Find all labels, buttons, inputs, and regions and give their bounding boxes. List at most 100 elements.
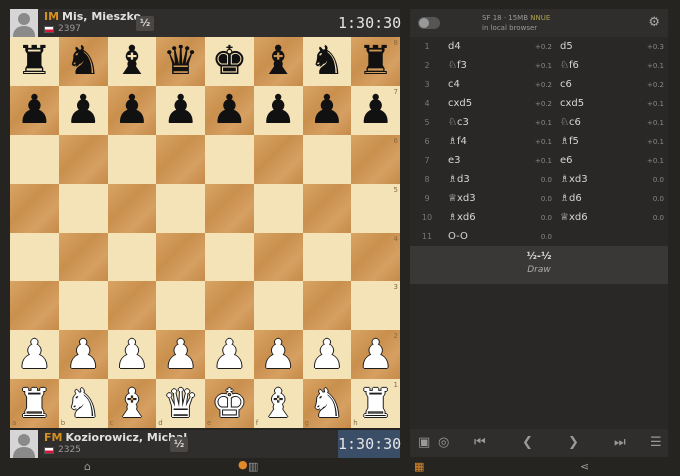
square-h2[interactable]: ♟ 2 <box>351 330 400 380</box>
square-e3[interactable] <box>205 281 254 331</box>
square-f3[interactable] <box>253 281 303 331</box>
square-e4[interactable] <box>205 232 254 282</box>
black-pawn[interactable]: ♟ <box>65 90 101 130</box>
square-c6[interactable] <box>107 134 157 184</box>
black-rook[interactable]: ♜ <box>358 41 394 81</box>
black-move[interactable]: ♗f5 <box>556 136 632 147</box>
player-name[interactable]: FM Koziorowicz, Michal <box>44 432 187 444</box>
white-pawn[interactable]: ♟ <box>260 335 296 375</box>
square-b4[interactable] <box>58 232 108 282</box>
black-move[interactable]: ♗xd3 <box>556 174 632 185</box>
last-move-icon[interactable]: ⏭ <box>614 435 626 450</box>
white-move[interactable]: ♕xd3 <box>444 193 520 204</box>
white-move[interactable]: ♗xd6 <box>444 212 520 223</box>
white-bishop[interactable]: ♝ <box>260 384 296 424</box>
black-move[interactable]: cxd5 <box>556 98 632 109</box>
square-b1[interactable]: ♞ b <box>58 379 108 428</box>
square-a5[interactable] <box>10 183 59 233</box>
square-a2[interactable]: ♟ <box>10 330 59 380</box>
white-queen[interactable]: ♛ <box>163 384 199 424</box>
white-knight[interactable]: ♞ <box>65 384 101 424</box>
white-move[interactable]: ♗f4 <box>444 136 520 147</box>
square-c3[interactable] <box>107 281 157 331</box>
square-h3[interactable]: 3 <box>351 281 400 331</box>
white-bishop[interactable]: ♝ <box>114 384 150 424</box>
square-b2[interactable]: ♟ <box>58 330 108 380</box>
chess-board[interactable]: ♜ ♞ ♝ ♛ ♚ ♝ ♞ ♜ 8 ♟ ♟ ♟ ♟ ♟ ♟ ♟ ♟ 7 6 5 4 3 ♟ ♟ ♟ ♟ ♟ ♟ ♟ ♟ 2 ♜ a ♞ b ♝ c ♛ d ♚… <box>10 37 400 428</box>
black-knight[interactable]: ♞ <box>309 41 345 81</box>
square-c5[interactable] <box>107 183 157 233</box>
black-knight[interactable]: ♞ <box>65 41 101 81</box>
square-d8[interactable]: ♛ <box>156 37 205 86</box>
menu-icon[interactable]: ☰ <box>650 435 662 450</box>
white-move[interactable]: c4 <box>444 79 520 90</box>
black-pawn[interactable]: ♟ <box>358 90 394 130</box>
white-move[interactable]: e3 <box>444 155 520 166</box>
square-b7[interactable]: ♟ <box>58 85 108 135</box>
square-c1[interactable]: ♝ c <box>107 379 157 428</box>
square-g5[interactable] <box>302 183 352 233</box>
square-g7[interactable]: ♟ <box>302 85 352 135</box>
black-pawn[interactable]: ♟ <box>260 90 296 130</box>
black-pawn[interactable]: ♟ <box>309 90 345 130</box>
square-f8[interactable]: ♝ <box>253 37 303 86</box>
black-move[interactable]: ♘c6 <box>556 117 632 128</box>
square-d2[interactable]: ♟ <box>156 330 205 380</box>
player-name[interactable]: IM Mis, Mieszko <box>44 11 141 23</box>
target-icon[interactable]: ◎ <box>438 435 449 450</box>
square-e2[interactable]: ♟ <box>205 330 254 380</box>
square-d5[interactable] <box>156 183 205 233</box>
square-e6[interactable] <box>205 134 254 184</box>
square-a1[interactable]: ♜ a <box>10 379 59 428</box>
square-g1[interactable]: ♞ g <box>302 379 352 428</box>
tag-icon[interactable]: ⌂ <box>84 460 91 473</box>
square-a7[interactable]: ♟ <box>10 85 59 135</box>
black-move[interactable]: e6 <box>556 155 632 166</box>
white-pawn[interactable]: ♟ <box>163 335 199 375</box>
square-b6[interactable] <box>58 134 108 184</box>
black-move[interactable]: ♗d6 <box>556 193 632 204</box>
gear-icon[interactable]: ⚙ <box>648 15 660 30</box>
square-d6[interactable] <box>156 134 205 184</box>
white-move[interactable]: ♘c3 <box>444 117 520 128</box>
black-pawn[interactable]: ♟ <box>211 90 247 130</box>
square-g4[interactable] <box>302 232 352 282</box>
black-bishop[interactable]: ♝ <box>260 41 296 81</box>
book-icon[interactable]: ▣ <box>418 435 430 450</box>
white-move[interactable]: ♗d3 <box>444 174 520 185</box>
square-e1[interactable]: ♚ e <box>205 379 254 428</box>
black-king[interactable]: ♚ <box>211 41 247 81</box>
black-move[interactable]: d5 <box>556 41 632 52</box>
grid-icon[interactable]: ▦ <box>414 460 424 473</box>
square-h6[interactable]: 6 <box>351 134 400 184</box>
white-move[interactable]: d4 <box>444 41 520 52</box>
square-d7[interactable]: ♟ <box>156 85 205 135</box>
square-g8[interactable]: ♞ <box>302 37 352 86</box>
square-b5[interactable] <box>58 183 108 233</box>
square-a8[interactable]: ♜ <box>10 37 59 86</box>
square-b3[interactable] <box>58 281 108 331</box>
square-f7[interactable]: ♟ <box>253 85 303 135</box>
square-c2[interactable]: ♟ <box>107 330 157 380</box>
white-knight[interactable]: ♞ <box>309 384 345 424</box>
square-f1[interactable]: ♝ f <box>253 379 303 428</box>
square-h7[interactable]: ♟ 7 <box>351 85 400 135</box>
square-g2[interactable]: ♟ <box>302 330 352 380</box>
square-b8[interactable]: ♞ <box>58 37 108 86</box>
square-a6[interactable] <box>10 134 59 184</box>
square-d4[interactable] <box>156 232 205 282</box>
share-icon[interactable]: ⋖ <box>580 460 589 473</box>
next-move-icon[interactable]: ❯ <box>568 435 579 450</box>
square-f6[interactable] <box>253 134 303 184</box>
square-a4[interactable] <box>10 232 59 282</box>
white-pawn[interactable]: ♟ <box>309 335 345 375</box>
square-c8[interactable]: ♝ <box>107 37 157 86</box>
square-g6[interactable] <box>302 134 352 184</box>
square-h5[interactable]: 5 <box>351 183 400 233</box>
white-move[interactable]: ♘f3 <box>444 60 520 71</box>
square-e8[interactable]: ♚ <box>205 37 254 86</box>
black-bishop[interactable]: ♝ <box>114 41 150 81</box>
square-f4[interactable] <box>253 232 303 282</box>
black-pawn[interactable]: ♟ <box>163 90 199 130</box>
square-f5[interactable] <box>253 183 303 233</box>
